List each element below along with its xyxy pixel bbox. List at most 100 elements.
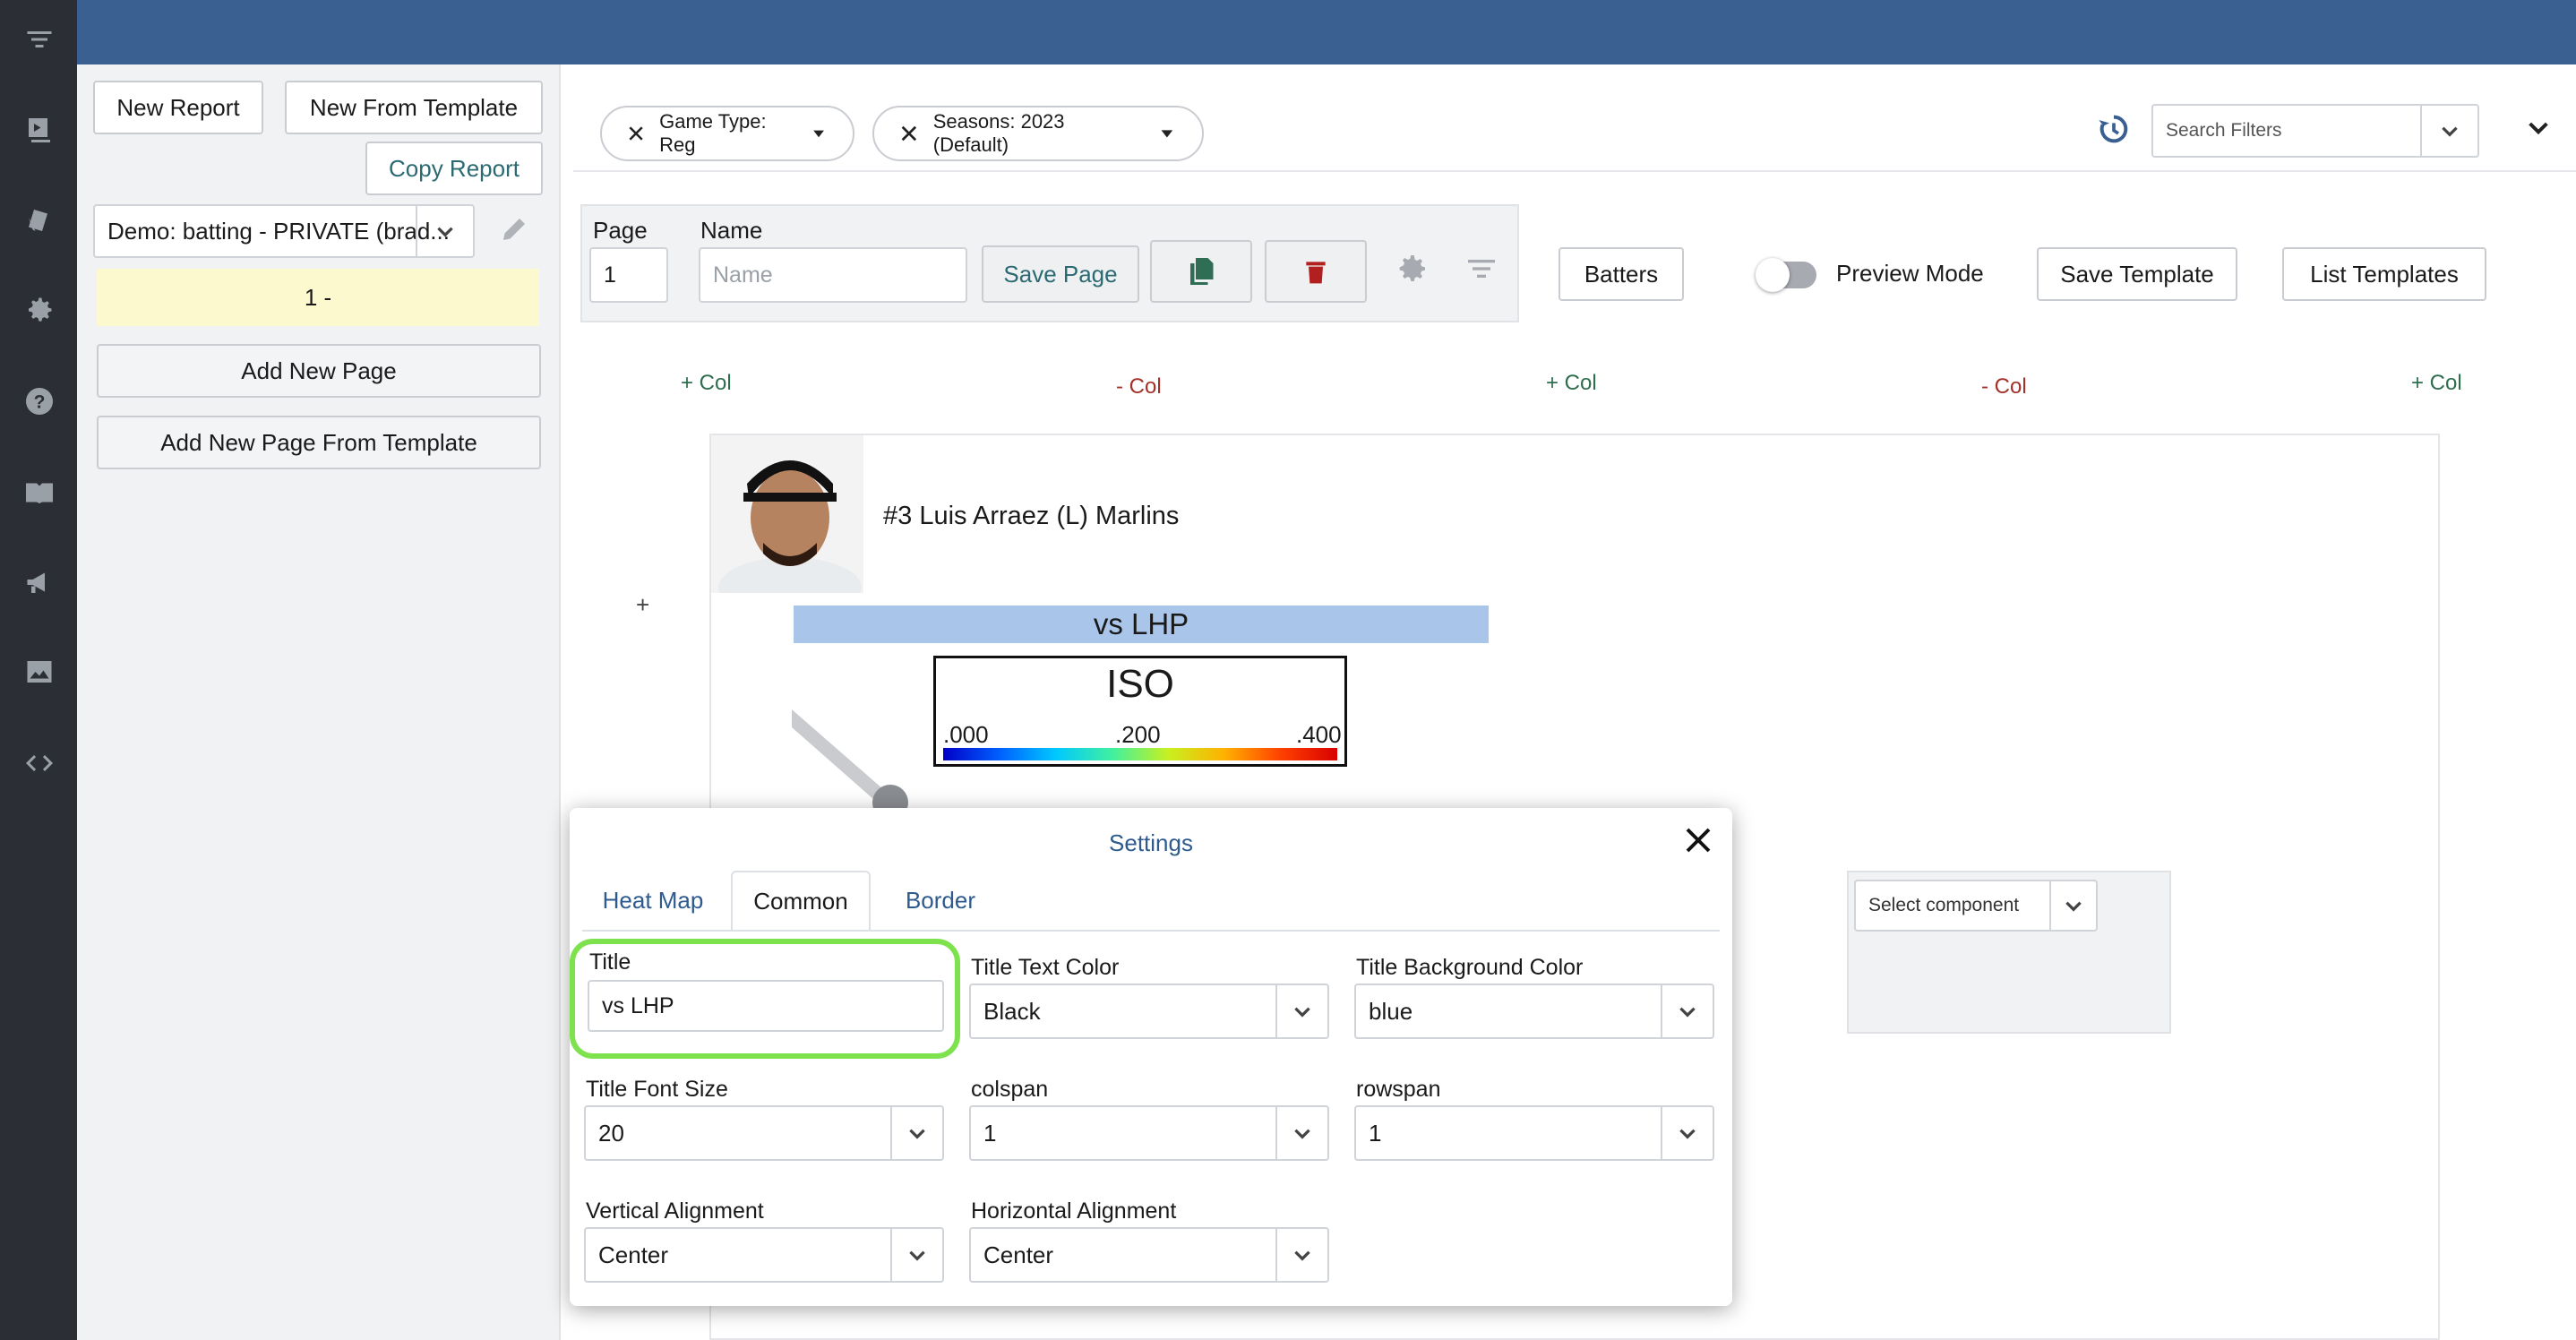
chevron-down-icon <box>1275 1229 1327 1281</box>
colspan-value: 1 <box>983 1119 997 1147</box>
filter-chip-game-type[interactable]: Game Type: Reg <box>600 106 854 161</box>
title-background-color-select[interactable]: blue <box>1354 984 1714 1039</box>
legend-tick: .200 <box>1115 721 1161 748</box>
search-filters-input[interactable]: Search Filters <box>2151 104 2479 158</box>
list-templates-button[interactable]: List Templates <box>2282 247 2486 301</box>
chevron-down-icon <box>2420 106 2477 156</box>
page-number-input[interactable]: 1 <box>589 247 668 303</box>
remove-column-link[interactable]: - Col <box>1981 374 2027 399</box>
book-icon[interactable] <box>20 473 59 512</box>
filter-chip-label: Game Type: Reg <box>659 110 767 156</box>
batter-silhouette <box>792 697 935 822</box>
page-list-item[interactable]: 1 - <box>97 269 539 326</box>
search-filters-placeholder: Search Filters <box>2166 120 2282 141</box>
close-icon[interactable] <box>1682 824 1718 860</box>
chevron-down-icon <box>1275 985 1327 1037</box>
add-new-page-button[interactable]: Add New Page <box>97 344 541 398</box>
expand-chevron-icon[interactable] <box>2524 113 2560 149</box>
add-new-page-from-template-button[interactable]: Add New Page From Template <box>97 416 541 469</box>
new-from-template-button[interactable]: New From Template <box>285 81 543 134</box>
title-input-value: vs LHP <box>602 992 674 1018</box>
page-settings-gear-icon[interactable] <box>1394 251 1433 290</box>
empty-cell: Select component <box>1847 871 2171 1034</box>
settings-modal: Settings Heat Map Common Border Title vs… <box>570 808 1732 1306</box>
tab-common[interactable]: Common <box>731 871 871 930</box>
new-report-button[interactable]: New Report <box>93 81 263 134</box>
tab-border[interactable]: Border <box>880 871 1001 930</box>
horizontal-alignment-value: Center <box>983 1241 1054 1268</box>
close-icon[interactable] <box>627 124 645 143</box>
page-number-value: 1 <box>604 262 616 288</box>
code-icon[interactable] <box>20 743 59 783</box>
select-component-dropdown[interactable]: Select component <box>1854 880 2098 932</box>
copy-page-button[interactable] <box>1150 240 1252 303</box>
page-label: Page <box>593 217 648 244</box>
copy-icon <box>1190 258 1214 285</box>
title-text-color-select[interactable]: Black <box>969 984 1329 1039</box>
chevron-down-icon <box>890 1229 942 1281</box>
vertical-alignment-label: Vertical Alignment <box>586 1198 764 1224</box>
help-icon[interactable]: ? <box>20 382 59 421</box>
report-sidebar: New Report New From Template Copy Report… <box>77 64 561 1340</box>
page-filter-icon[interactable] <box>1464 251 1503 290</box>
filter-bar: Game Type: Reg Seasons: 2023 (Default) S… <box>573 93 2576 172</box>
report-select[interactable]: Demo: batting - PRIVATE (brad... <box>93 204 475 258</box>
toggle-knob <box>1756 258 1790 292</box>
filter-chip-label: Seasons: 2023 (Default) <box>932 110 1065 156</box>
caret-down-icon <box>1161 130 1173 138</box>
title-text-color-label: Title Text Color <box>971 955 1120 980</box>
icon-rail: ? <box>0 0 77 1340</box>
filter-icon[interactable] <box>20 20 59 59</box>
megaphone-icon[interactable] <box>20 563 59 602</box>
gear-icon[interactable] <box>20 290 59 330</box>
page-toolbox: Page 1 Name Name Save Page <box>580 204 1519 322</box>
pencil-icon[interactable] <box>498 213 534 249</box>
vertical-alignment-value: Center <box>598 1241 669 1268</box>
chevron-down-icon <box>2049 881 2096 930</box>
tab-divider <box>582 930 1720 932</box>
title-background-color-value: blue <box>1369 997 1413 1025</box>
save-template-button[interactable]: Save Template <box>2037 247 2237 301</box>
title-background-color-label: Title Background Color <box>1356 955 1584 980</box>
add-column-link[interactable]: + Col <box>681 371 732 396</box>
batters-button[interactable]: Batters <box>1558 247 1684 301</box>
cards-icon[interactable] <box>20 201 59 240</box>
add-column-link[interactable]: + Col <box>2411 371 2462 396</box>
vertical-alignment-select[interactable]: Center <box>584 1227 944 1283</box>
delete-page-button[interactable] <box>1265 240 1367 303</box>
page-name-input[interactable]: Name <box>699 247 967 303</box>
chevron-down-icon <box>1661 1107 1713 1159</box>
rowspan-value: 1 <box>1369 1119 1382 1147</box>
video-icon[interactable] <box>20 109 59 149</box>
title-text-color-value: Black <box>983 997 1041 1025</box>
image-icon[interactable] <box>20 652 59 691</box>
filter-chip-seasons[interactable]: Seasons: 2023 (Default) <box>872 106 1204 161</box>
legend-tick: .400 <box>1296 721 1342 748</box>
add-row-link[interactable]: + <box>636 591 649 619</box>
add-column-link[interactable]: + Col <box>1546 371 1597 396</box>
close-icon[interactable] <box>899 124 919 143</box>
horizontal-alignment-select[interactable]: Center <box>969 1227 1329 1283</box>
history-icon[interactable] <box>2096 111 2139 154</box>
name-label: Name <box>700 217 763 244</box>
chevron-down-icon <box>1275 1107 1327 1159</box>
title-input[interactable]: vs LHP <box>588 980 944 1032</box>
copy-report-button[interactable]: Copy Report <box>365 142 543 195</box>
colspan-select[interactable]: 1 <box>969 1105 1329 1161</box>
colspan-label: colspan <box>971 1077 1049 1102</box>
title-font-size-label: Title Font Size <box>586 1077 728 1102</box>
rowspan-select[interactable]: 1 <box>1354 1105 1714 1161</box>
chevron-down-icon <box>1661 985 1713 1037</box>
legend-color-scale <box>943 748 1337 760</box>
save-page-button[interactable]: Save Page <box>982 245 1139 303</box>
select-component-label: Select component <box>1868 895 2020 915</box>
title-font-size-select[interactable]: 20 <box>584 1105 944 1161</box>
player-title: #3 Luis Arraez (L) Marlins <box>883 502 1180 530</box>
legend-tick: .000 <box>943 721 989 748</box>
modal-title: Settings <box>1109 829 1193 856</box>
title-font-size-value: 20 <box>598 1119 624 1147</box>
preview-mode-toggle[interactable] <box>1756 258 1816 292</box>
tab-heat-map[interactable]: Heat Map <box>586 871 720 930</box>
remove-column-link[interactable]: - Col <box>1116 374 1162 399</box>
top-bar <box>77 0 2576 64</box>
